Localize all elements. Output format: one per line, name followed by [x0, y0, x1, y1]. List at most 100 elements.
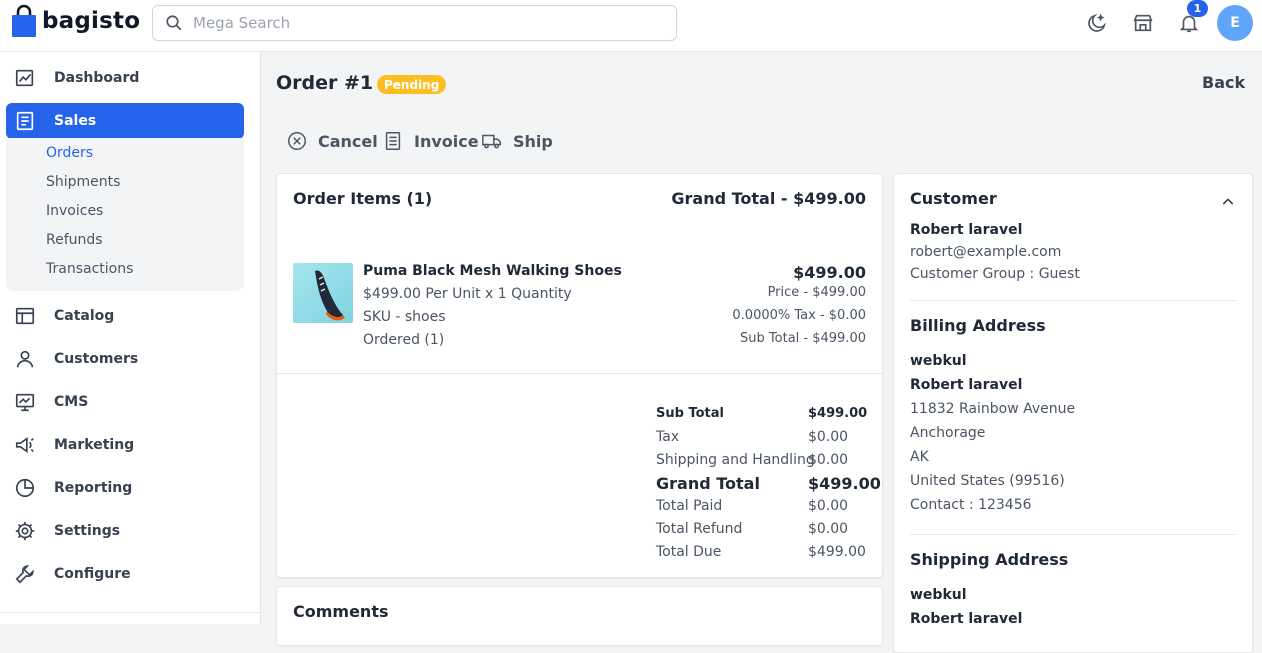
logo[interactable]: bagisto: [11, 3, 140, 39]
items-divider: [277, 373, 882, 374]
summary-value: $0.00: [808, 429, 849, 445]
sidebar-item-cms[interactable]: CMS: [6, 384, 244, 420]
customer-heading: Customer: [910, 189, 997, 208]
summary-value: $0.00: [808, 521, 849, 537]
product-sku: SKU - shoes: [363, 309, 446, 325]
product-image: [293, 263, 353, 323]
notification-badge: 1: [1187, 0, 1208, 17]
shoe-image-icon: [315, 270, 345, 321]
billing-heading: Billing Address: [910, 316, 1046, 335]
back-link[interactable]: Back: [1202, 73, 1245, 92]
product-price: Price - $499.00: [767, 285, 866, 300]
billing-company: webkul: [910, 353, 967, 369]
product-unit-qty: $499.00 Per Unit x 1 Quantity: [363, 286, 572, 302]
summary-label: Total Paid: [656, 498, 723, 514]
shipping-company: webkul: [910, 587, 967, 603]
grand-total-heading: Grand Total - $499.00: [671, 189, 866, 208]
ship-label: Ship: [513, 131, 553, 151]
sidebar-item-label: Catalog: [54, 308, 115, 324]
sales-icon: [16, 111, 34, 131]
wrench-icon: [15, 565, 34, 584]
sidebar-item-label: Dashboard: [54, 70, 140, 86]
sidebar-item-dashboard[interactable]: Dashboard: [6, 60, 244, 96]
submenu-item-orders[interactable]: Orders: [46, 145, 93, 161]
sales-submenu: Orders Shipments Invoices Refunds Transa…: [6, 138, 244, 291]
billing-name: Robert laravel: [910, 377, 1023, 393]
logo-text: bagisto: [42, 8, 141, 34]
sidebar-item-sales[interactable]: Sales: [6, 103, 244, 139]
sidebar-item-label: Customers: [54, 351, 139, 367]
sidebar-item-customers[interactable]: Customers: [6, 341, 244, 377]
product-ordered: Ordered (1): [363, 332, 445, 348]
summary-value: $0.00: [808, 452, 849, 468]
billing-contact: Contact : 123456: [910, 497, 1032, 513]
summary-label: Tax: [656, 429, 680, 445]
product-subtotal: Sub Total - $499.00: [740, 331, 866, 346]
cancel-button[interactable]: Cancel: [286, 130, 378, 152]
summary-grand-total-value: $499.00: [808, 474, 881, 493]
sidebar-item-label: CMS: [54, 394, 89, 410]
sidebar-item-label: Configure: [54, 566, 131, 582]
product-total: $499.00: [793, 263, 866, 282]
dashboard-icon: [15, 69, 34, 87]
sidebar-item-label: Marketing: [54, 437, 135, 453]
mega-search[interactable]: [152, 5, 677, 41]
sidebar-divider: [0, 612, 260, 613]
cancel-circle-icon: [288, 132, 306, 150]
summary-value: $0.00: [808, 498, 849, 514]
billing-city: Anchorage: [910, 425, 986, 441]
submenu-item-invoices[interactable]: Invoices: [46, 203, 103, 219]
comments-heading: Comments: [293, 602, 389, 621]
sidebar-item-reporting[interactable]: Reporting: [6, 470, 244, 506]
truck-icon: [482, 134, 501, 149]
submenu-item-refunds[interactable]: Refunds: [46, 232, 103, 248]
top-bar: bagisto 1 E: [0, 0, 1262, 52]
dark-mode-icon[interactable]: [1086, 12, 1108, 34]
ship-button[interactable]: Ship: [481, 130, 553, 152]
summary-label: Shipping and Handling: [656, 452, 815, 468]
sidebar: Dashboard Sales Orders Shipments Invoice…: [0, 52, 261, 624]
product-tax: 0.0000% Tax - $0.00: [732, 308, 866, 323]
submenu-item-shipments[interactable]: Shipments: [46, 174, 120, 190]
summary-label: Total Due: [656, 544, 722, 560]
summary-grand-total-label: Grand Total: [656, 474, 760, 493]
customer-card: Customer Robert laravel robert@example.c…: [893, 173, 1253, 653]
page-title: Order #1: [276, 72, 374, 94]
sidebar-item-configure[interactable]: Configure: [6, 556, 244, 592]
invoice-button[interactable]: Invoice: [382, 130, 479, 152]
sidebar-item-settings[interactable]: Settings: [6, 513, 244, 549]
shipping-heading: Shipping Address: [910, 550, 1069, 569]
marketing-icon: [15, 436, 34, 454]
submenu-item-transactions[interactable]: Transactions: [46, 261, 133, 277]
search-input[interactable]: [193, 14, 633, 32]
storefront-icon[interactable]: [1132, 12, 1154, 34]
billing-country: United States (99516): [910, 473, 1065, 489]
reporting-icon: [15, 478, 35, 498]
billing-divider: [910, 534, 1236, 535]
catalog-icon: [15, 307, 35, 325]
summary-label: Total Refund: [656, 521, 743, 537]
cms-icon: [15, 393, 35, 412]
product-name[interactable]: Puma Black Mesh Walking Shoes: [363, 263, 622, 279]
comments-card: Comments: [276, 586, 883, 646]
cancel-label: Cancel: [318, 131, 378, 151]
customer-divider: [910, 300, 1236, 301]
customer-email: robert@example.com: [910, 244, 1062, 260]
user-avatar[interactable]: E: [1217, 5, 1253, 41]
sidebar-item-label: Settings: [54, 523, 121, 539]
customer-name: Robert laravel: [910, 222, 1023, 238]
sidebar-item-marketing[interactable]: Marketing: [6, 427, 244, 463]
chevron-up-icon[interactable]: [1220, 194, 1236, 210]
order-items-card: Order Items (1) Grand Total - $499.00 Pu…: [276, 173, 883, 578]
shipping-name: Robert laravel: [910, 611, 1023, 627]
sidebar-item-label: Sales: [54, 113, 97, 129]
customers-icon: [16, 350, 34, 368]
invoice-icon: [385, 132, 401, 150]
summary-value: $499.00: [808, 406, 868, 421]
billing-street: 11832 Rainbow Avenue: [910, 401, 1076, 417]
search-icon: [166, 15, 182, 31]
summary-label: Sub Total: [656, 406, 724, 421]
sidebar-item-catalog[interactable]: Catalog: [6, 298, 244, 334]
status-badge: Pending: [377, 75, 447, 94]
summary-value: $499.00: [808, 544, 866, 560]
